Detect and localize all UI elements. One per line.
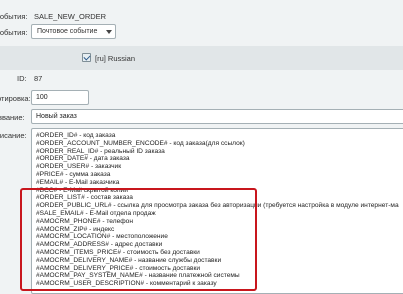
id-value: 87	[34, 74, 43, 83]
description-line: #AMOCRM_ADDRESS# - адрес доставки	[36, 241, 163, 249]
description-line: #ORDER_REAL_ID# - реальный ID заказа	[36, 147, 165, 155]
name-label: Название:	[0, 113, 25, 122]
name-input[interactable]: Новый заказ	[31, 109, 403, 124]
chevron-down-icon	[106, 30, 112, 34]
sort-input-value: 100	[36, 94, 48, 101]
description-line: #ORDER_ACCOUNT_NUMBER_ENCODE# - код зака…	[36, 139, 245, 147]
description-line: #AMOCRM_DELIVERY_NAME# - название службы…	[36, 256, 222, 264]
description-textarea[interactable]: #ORDER_ID# - код заказа #ORDER_ACCOUNT_NU…	[31, 128, 403, 294]
description-line: #EMAIL# - E-Mail заказчика	[36, 178, 120, 186]
sort-input[interactable]: 100	[31, 90, 89, 105]
description-line: #ORDER_DATE# - дата заказа	[36, 155, 130, 163]
description-line: #ORDER_LIST# - состав заказа	[36, 194, 133, 202]
description-line: #ORDER_USER# - заказчик	[36, 163, 122, 171]
description-line: #SALE_EMAIL# - E-Mail отдела продаж	[36, 209, 156, 217]
description-line: #PRICE# - сумма заказа	[36, 170, 111, 178]
event-kind-selected: Почтовое событие	[37, 28, 98, 35]
description-line: #AMOCRM_ZIP# - индекс	[36, 225, 115, 233]
description-line: #AMOCRM_LOCATION# - местоположение	[36, 233, 168, 241]
event-type-label: события:	[0, 12, 28, 21]
description-line: #ORDER_PUBLIC_URL# - ссылка для просмотр…	[36, 202, 399, 210]
description-line: #ORDER_ID# - код заказа	[36, 132, 116, 139]
description-label: Описание:	[0, 131, 27, 140]
sort-label: ртировка:	[0, 94, 31, 103]
description-line: #AMOCRM_PHONE# - телефон	[36, 217, 133, 225]
description-line: #AMOCRM_ITEMS_PRICE# - стоимость без дос…	[36, 248, 200, 256]
event-type-value: SALE_NEW_ORDER	[34, 12, 107, 21]
id-label: ID:	[17, 74, 27, 83]
name-input-value: Новый заказ	[36, 113, 77, 120]
language-label: [ru] Russian	[95, 54, 136, 63]
language-band	[0, 46, 403, 70]
description-line: #AMOCRM_USER_DESCRIPTION# - комментарий …	[36, 280, 217, 288]
description-line: #AMOCRM_PAY_SYSTEM_NAME# - название плат…	[36, 272, 240, 280]
event-kind-label: события:	[0, 28, 28, 37]
language-checkbox[interactable]	[82, 53, 91, 62]
description-line: #BCC# - E-Mail скрытой копии	[36, 186, 128, 194]
event-kind-select[interactable]: Почтовое событие	[31, 24, 116, 39]
